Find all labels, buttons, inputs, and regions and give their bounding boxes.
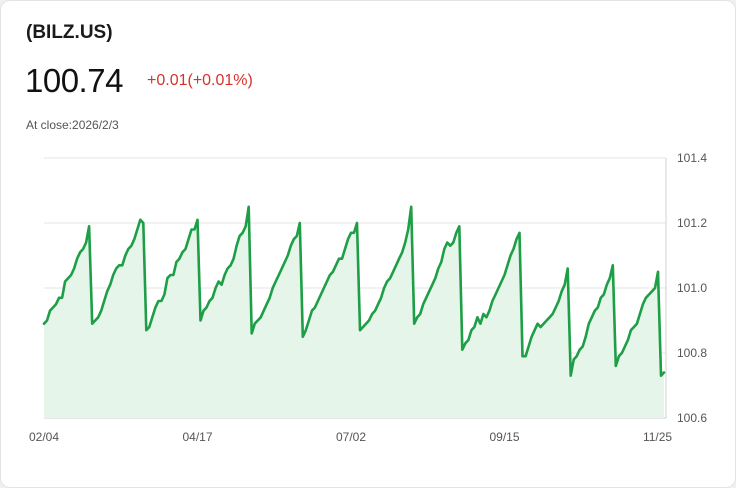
x-tick-label: 09/15 — [489, 430, 519, 444]
y-tick-label: 101.4 — [677, 151, 707, 165]
close-date-label: At close:2026/2/3 — [26, 118, 119, 132]
quote-card: (BILZ.US) 100.74 +0.01(+0.01%) At close:… — [0, 0, 736, 488]
x-tick-label: 11/25 — [643, 430, 672, 444]
y-tick-label: 100.8 — [677, 346, 707, 360]
y-tick-label: 100.6 — [677, 411, 707, 425]
x-tick-label: 04/17 — [182, 430, 212, 444]
y-tick-label: 101.0 — [677, 281, 707, 295]
x-axis-ticks: 02/04 04/17 07/02 09/15 11/25 — [29, 430, 672, 444]
area-fill — [44, 206, 664, 418]
y-axis-ticks: 101.4 101.2 101.0 100.8 100.6 — [677, 151, 707, 425]
x-tick-label: 02/04 — [29, 430, 59, 444]
x-tick-label: 07/02 — [336, 430, 366, 444]
price-chart[interactable]: 101.4 101.2 101.0 100.8 100.6 02/04 04/17 07/0… — [1, 141, 735, 451]
y-tick-label: 101.2 — [677, 216, 707, 230]
ticker-symbol: (BILZ.US) — [26, 22, 113, 43]
last-price: 100.74 — [25, 62, 123, 99]
price-change: +0.01(+0.01%) — [147, 72, 253, 89]
